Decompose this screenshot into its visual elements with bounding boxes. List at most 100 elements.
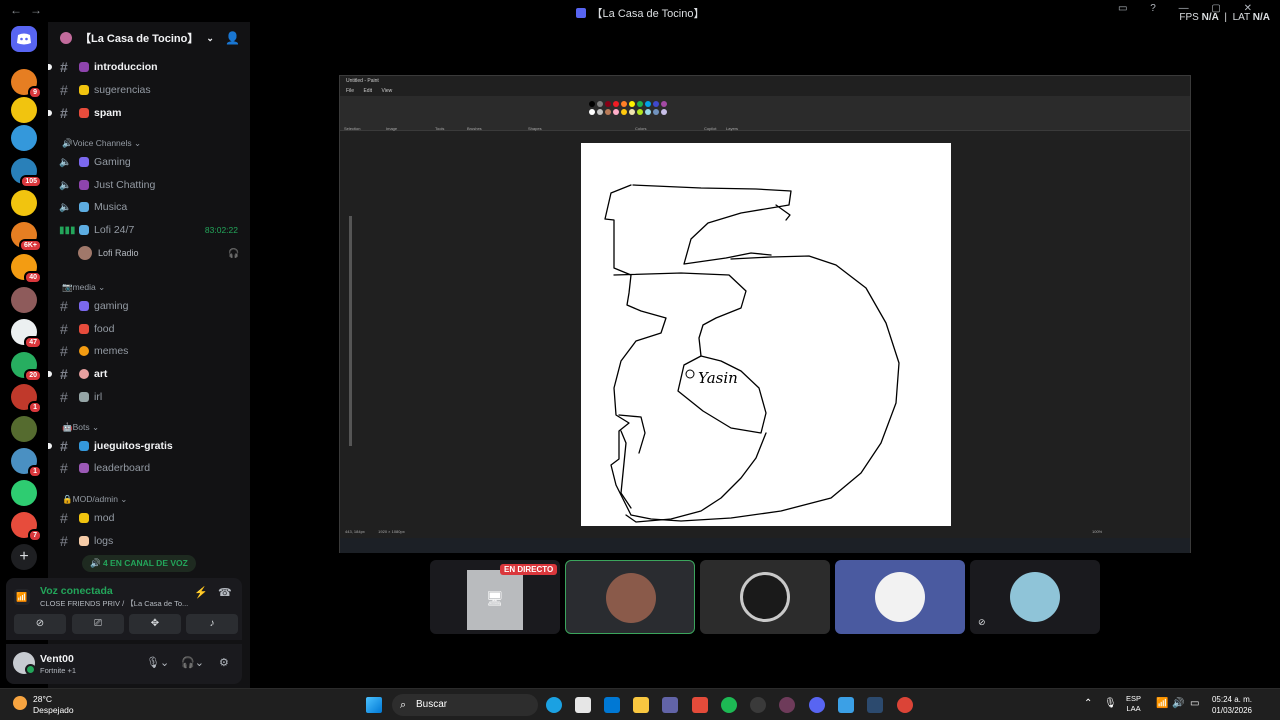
server-icon[interactable]: 1 bbox=[11, 448, 42, 478]
store-icon[interactable] bbox=[575, 697, 591, 713]
channel-jueguitos-gratis[interactable]: # jueguitos-gratis bbox=[48, 436, 250, 456]
category-mod-admin[interactable]: 🔒MOD/admin ⌄ bbox=[62, 494, 127, 505]
app-icon-4[interactable] bbox=[867, 697, 883, 713]
avatar bbox=[875, 572, 925, 622]
mention-badge: 1 bbox=[28, 401, 42, 414]
category-media[interactable]: 📷media ⌄ bbox=[62, 282, 105, 293]
volume-icon[interactable]: 🔊 bbox=[1172, 698, 1184, 709]
server-icon[interactable]: 1 bbox=[11, 384, 42, 414]
avatar[interactable] bbox=[13, 652, 36, 675]
spotify-icon[interactable] bbox=[721, 697, 737, 713]
noise-suppression-icon[interactable]: ⚡ bbox=[194, 586, 208, 599]
share-screen-button[interactable]: ⎚ bbox=[72, 614, 124, 634]
server-icon[interactable]: 40 bbox=[11, 254, 42, 284]
disconnect-icon[interactable]: ☎ bbox=[218, 586, 232, 599]
battery-icon[interactable]: ▭ bbox=[1190, 698, 1199, 709]
soundboard-button[interactable]: ♪ bbox=[186, 614, 238, 634]
file-explorer-icon[interactable] bbox=[633, 697, 649, 713]
taskbar-search[interactable]: ⌕ Buscar bbox=[392, 694, 538, 716]
server-icon[interactable] bbox=[11, 480, 37, 506]
microphone-icon[interactable]: 🎙⌄ bbox=[146, 656, 169, 669]
server-icon[interactable]: 6K+ bbox=[11, 222, 42, 252]
category-voice-channels[interactable]: 🔊Voice Channels ⌄ bbox=[62, 138, 141, 149]
channel-leaderboard[interactable]: # leaderboard bbox=[48, 458, 250, 478]
app-icon-3[interactable] bbox=[838, 697, 854, 713]
server-icon[interactable]: 20 bbox=[11, 352, 42, 382]
headphones-icon[interactable]: 🎧⌄ bbox=[181, 656, 204, 669]
category-bots[interactable]: 🤖Bots ⌄ bbox=[62, 422, 99, 433]
signal-icon[interactable]: 📶 bbox=[14, 589, 30, 605]
paint-canvas[interactable]: Yasin bbox=[581, 143, 951, 526]
server-icon[interactable] bbox=[11, 287, 37, 313]
mention-badge: 1 bbox=[28, 465, 42, 478]
system-clock[interactable]: 05:24 a. m. 01/03/2026 bbox=[1208, 694, 1252, 716]
app-icon-2[interactable] bbox=[779, 697, 795, 713]
participant-tile-3[interactable] bbox=[835, 560, 965, 634]
mention-badge: 40 bbox=[24, 271, 42, 284]
server-icon[interactable] bbox=[11, 125, 37, 151]
participant-tile-2[interactable] bbox=[700, 560, 830, 634]
channel-sugerencias[interactable]: # sugerencias bbox=[48, 80, 250, 100]
edge-icon[interactable] bbox=[546, 697, 562, 713]
mention-badge: 20 bbox=[24, 369, 42, 382]
server-icon[interactable]: 47 bbox=[11, 319, 42, 349]
activities-button[interactable]: ✥ bbox=[129, 614, 181, 634]
language-indicator[interactable]: ESP LAA bbox=[1126, 694, 1141, 714]
discord-taskbar-icon[interactable] bbox=[809, 697, 825, 713]
channel-gaming[interactable]: # gaming bbox=[48, 296, 250, 316]
unread-indicator bbox=[48, 371, 52, 377]
hash-icon: # bbox=[60, 389, 68, 405]
participant-tile-4[interactable]: ⊘ bbox=[970, 560, 1100, 634]
invite-icon[interactable]: 👤 bbox=[225, 31, 240, 45]
camera-off-button[interactable]: ⊘ bbox=[14, 614, 66, 634]
voice-channel-just-chatting[interactable]: 🔈 Just Chatting bbox=[48, 175, 250, 195]
channel-mod[interactable]: # mod bbox=[48, 508, 250, 528]
speaker-icon: 🔈 bbox=[59, 201, 72, 213]
home-button[interactable] bbox=[11, 26, 37, 52]
outlook-icon[interactable] bbox=[604, 697, 620, 713]
participant-tile-stream[interactable]: 🖥 EN DIRECTO bbox=[430, 560, 560, 634]
server-icon[interactable]: 7 bbox=[11, 512, 42, 542]
zoom-slider[interactable] bbox=[349, 216, 352, 446]
music-note-icon bbox=[79, 202, 89, 212]
add-server-button[interactable]: + bbox=[11, 544, 37, 570]
teams-icon[interactable] bbox=[662, 697, 678, 713]
channel-food[interactable]: # food bbox=[48, 319, 250, 339]
title-bar: ←→ 【La Casa de Tocino】 ▭ ? — ▢ ✕ FPS N/A… bbox=[0, 0, 1280, 23]
hash-icon: # bbox=[60, 59, 68, 75]
stream-taskbar bbox=[340, 538, 1190, 553]
chrome-icon[interactable] bbox=[897, 697, 913, 713]
channel-introduccion[interactable]: # introduccion bbox=[48, 57, 250, 77]
muted-icon: ⊘ bbox=[978, 617, 986, 627]
app-icon[interactable] bbox=[750, 697, 766, 713]
server-icon[interactable]: 105 bbox=[11, 158, 42, 188]
server-icon[interactable]: 9 bbox=[11, 69, 42, 99]
voice-count-pill[interactable]: 🔊 4 EN CANAL DE VOZ bbox=[82, 555, 196, 572]
weather-sun-icon[interactable] bbox=[13, 696, 27, 710]
laugh-icon bbox=[79, 346, 89, 356]
paint-menu: File Edit View bbox=[346, 88, 393, 94]
voice-channel-musica[interactable]: 🔈 Musica bbox=[48, 197, 250, 217]
channel-memes[interactable]: # memes bbox=[48, 341, 250, 361]
participant-tile-1[interactable] bbox=[565, 560, 695, 634]
tray-overflow-icon[interactable]: ⌃ bbox=[1084, 698, 1092, 709]
guild-header[interactable]: 【La Casa de Tocino】 ⌄ 👤 bbox=[48, 22, 250, 54]
start-button[interactable] bbox=[366, 697, 382, 713]
wps-icon[interactable] bbox=[692, 697, 708, 713]
voice-channel-gaming[interactable]: 🔈 Gaming bbox=[48, 152, 250, 172]
mention-badge: 6K+ bbox=[18, 239, 42, 252]
server-icon[interactable] bbox=[11, 416, 37, 442]
channel-art[interactable]: # art bbox=[48, 364, 250, 384]
voice-user-lofi-radio[interactable]: Lofi Radio 🎧 bbox=[78, 246, 239, 260]
channel-spam[interactable]: # spam bbox=[48, 103, 250, 123]
server-icon[interactable] bbox=[11, 190, 37, 216]
channel-irl[interactable]: # irl bbox=[48, 387, 250, 407]
hash-icon: # bbox=[60, 298, 68, 314]
mic-tray-icon[interactable]: 🎙 bbox=[1104, 698, 1117, 709]
settings-gear-icon[interactable]: ⚙ bbox=[219, 656, 229, 669]
server-icon[interactable] bbox=[11, 97, 37, 123]
paint-window-stream[interactable]: Untitled - Paint File Edit View Selectio… bbox=[339, 75, 1191, 553]
voice-channel-lofi[interactable]: ▮▮▮ Lofi 24/7 83:02:22 bbox=[48, 220, 250, 240]
wifi-icon[interactable]: 📶 bbox=[1156, 698, 1168, 709]
channel-logs[interactable]: # logs bbox=[48, 531, 250, 551]
